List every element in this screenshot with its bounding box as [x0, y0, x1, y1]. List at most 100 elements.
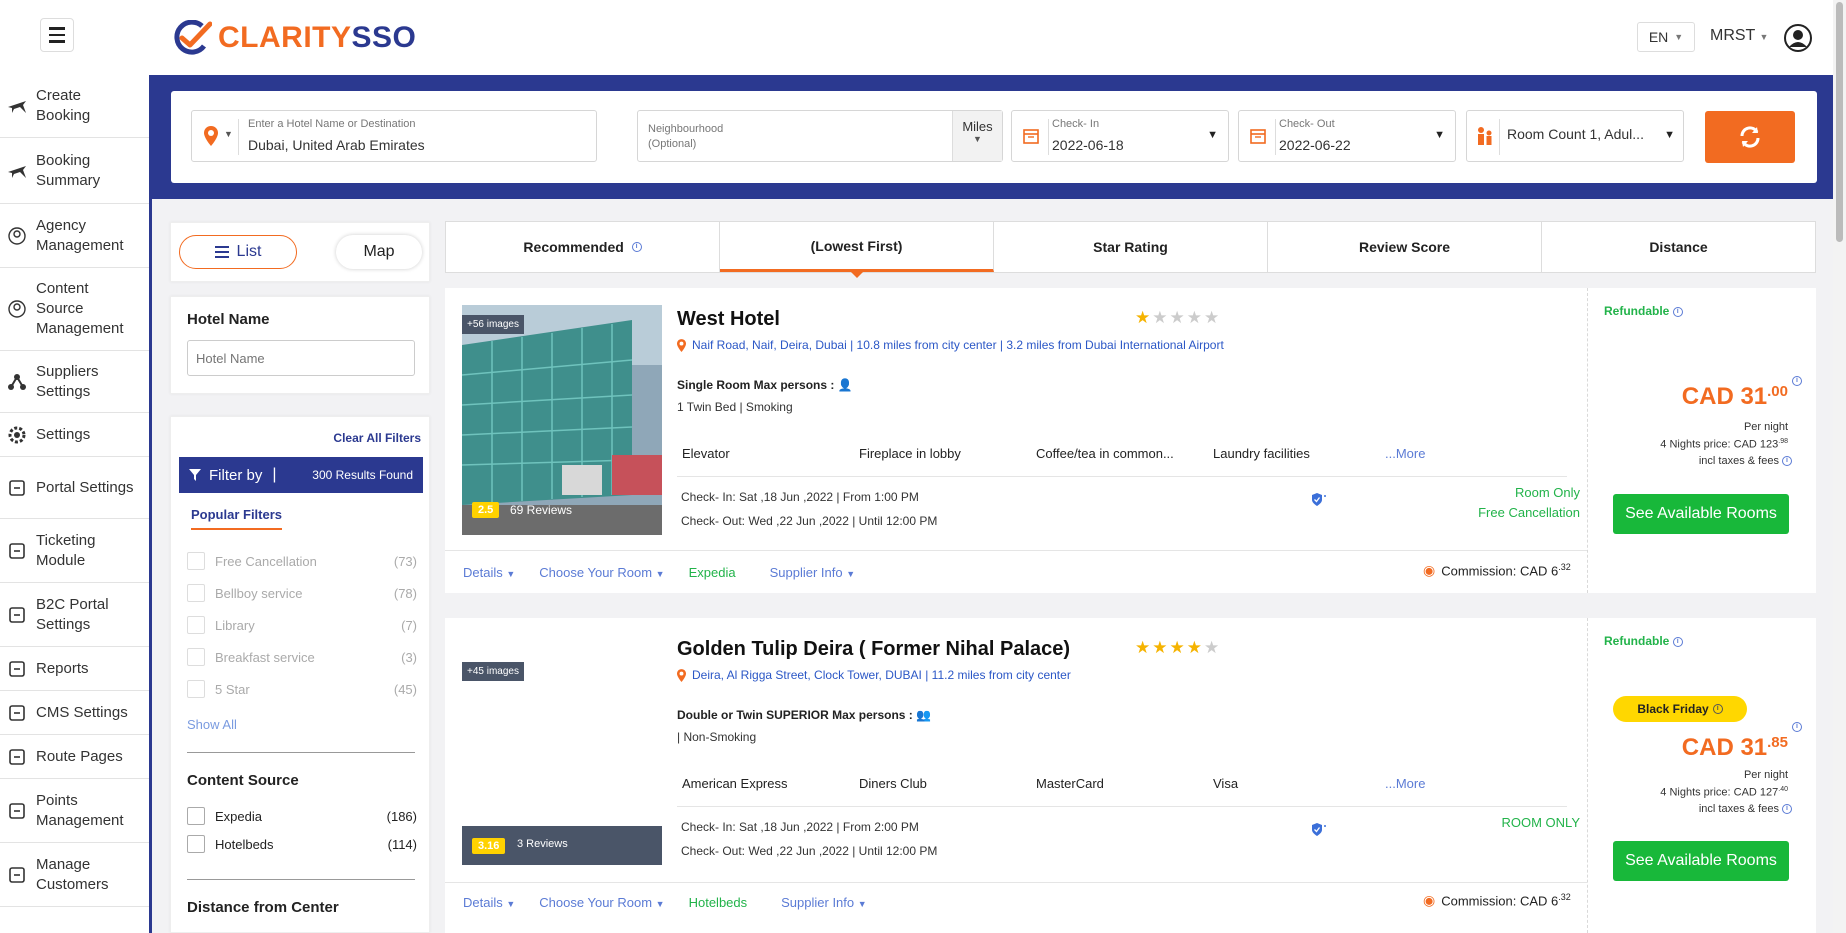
- content-source-option[interactable]: Expedia (186): [187, 807, 417, 825]
- review-count[interactable]: 69 Reviews: [510, 503, 572, 517]
- logo-text: CLARITYSSO: [218, 21, 417, 54]
- filter-option[interactable]: Library (7): [187, 616, 417, 634]
- choose-room-dropdown[interactable]: Choose Your Room ▼: [539, 565, 664, 580]
- sidebar-item[interactable]: Create Booking: [0, 75, 149, 138]
- see-available-rooms-button[interactable]: See Available Rooms: [1613, 841, 1789, 881]
- info-icon: i: [631, 242, 642, 252]
- agency-icon: [8, 226, 26, 245]
- filter-option[interactable]: Bellboy service (78): [187, 584, 417, 602]
- menu-toggle-button[interactable]: [40, 18, 74, 52]
- checkout-info: Check- Out: Wed ,22 Jun ,2022 | Until 12…: [681, 514, 938, 528]
- neighbourhood-field[interactable]: Neighbourhood (Optional) Miles ▼: [637, 110, 1003, 162]
- content-source-label: Expedia: [215, 808, 262, 824]
- sidebar-item[interactable]: Manage Customers: [0, 843, 149, 907]
- refundable-label: Refundable i: [1604, 634, 1683, 648]
- search-button[interactable]: [1705, 111, 1795, 163]
- customers-icon: [9, 866, 25, 883]
- map-view-button[interactable]: Map: [336, 235, 422, 269]
- guests-icon: [1478, 127, 1492, 145]
- checkbox[interactable]: [187, 835, 205, 853]
- tab-distance[interactable]: Distance: [1542, 222, 1815, 272]
- sidebar-item[interactable]: Suppliers Settings: [0, 351, 149, 413]
- image-count-badge[interactable]: +45 images: [462, 662, 524, 681]
- more-amenities-link[interactable]: ...More: [1385, 776, 1425, 791]
- sidebar-item[interactable]: Ticketing Module: [0, 519, 149, 583]
- hotel-name[interactable]: West Hotel: [677, 308, 780, 331]
- checkout-label: Check- Out: [1279, 118, 1335, 130]
- sidebar-item[interactable]: Settings: [0, 413, 149, 457]
- see-available-rooms-button[interactable]: See Available Rooms: [1613, 494, 1789, 534]
- hotel-name-input[interactable]: [187, 340, 415, 376]
- tab-review-score[interactable]: Review Score: [1268, 222, 1542, 272]
- filter-option[interactable]: 5 Star (45): [187, 680, 417, 698]
- avatar-icon[interactable]: [1784, 24, 1812, 52]
- chevron-down-icon: ▼: [857, 899, 867, 909]
- coins-icon: ◉: [1423, 562, 1436, 578]
- units-value: Miles: [962, 119, 993, 134]
- hotel-image[interactable]: +45 images 3.16 3 Reviews: [462, 635, 662, 865]
- portal-icon: [9, 479, 25, 496]
- details-dropdown[interactable]: Details ▼: [463, 565, 515, 580]
- brand-logo[interactable]: CLARITYSSO: [172, 20, 416, 56]
- content-source-option[interactable]: Hotelbeds (114): [187, 835, 417, 853]
- tab-star-rating[interactable]: Star Rating: [994, 222, 1268, 272]
- checkbox[interactable]: [187, 648, 205, 666]
- checkin-value: 2022-06-18: [1052, 137, 1124, 153]
- checkbox[interactable]: [187, 616, 205, 634]
- sidebar-item-label: CMS Settings: [36, 703, 128, 721]
- destination-value[interactable]: Dubai, United Arab Emirates: [248, 137, 425, 153]
- clear-all-filters-link[interactable]: Clear All Filters: [333, 431, 421, 445]
- checkbox[interactable]: [187, 680, 205, 698]
- sidebar-item[interactable]: Content Source Management: [0, 268, 149, 351]
- sidebar-item[interactable]: Route Pages: [0, 735, 149, 779]
- sidebar-item[interactable]: CMS Settings: [0, 691, 149, 735]
- sidebar-item[interactable]: Portal Settings: [0, 457, 149, 519]
- units-select[interactable]: Miles ▼: [952, 111, 1002, 161]
- hotel-address[interactable]: Naif Road, Naif, Deira, Dubai | 10.8 mil…: [677, 338, 1224, 352]
- filter-option[interactable]: Breakfast service (3): [187, 648, 417, 666]
- sidebar-item[interactable]: Points Management: [0, 779, 149, 843]
- sidebar-item[interactable]: B2C Portal Settings: [0, 583, 149, 647]
- rooms-field[interactable]: Room Count 1, Adul... ▼: [1466, 110, 1684, 162]
- more-amenities-link[interactable]: ...More: [1385, 446, 1425, 461]
- tab-lowest-first[interactable]: (Lowest First): [720, 222, 994, 278]
- sidebar-item[interactable]: Reports: [0, 647, 149, 691]
- tab-recommended[interactable]: Recommended i: [446, 222, 720, 272]
- checkbox[interactable]: [187, 807, 205, 825]
- filter-option-label: Free Cancellation: [215, 553, 317, 569]
- hotel-name[interactable]: Golden Tulip Deira ( Former Nihal Palace…: [677, 638, 1070, 661]
- supplier-info-dropdown[interactable]: Supplier Info ▼: [781, 895, 867, 910]
- review-count[interactable]: 3 Reviews: [517, 838, 568, 850]
- hotel-address[interactable]: Deira, Al Rigga Street, Clock Tower, DUB…: [677, 668, 1071, 682]
- b2c-icon: [9, 606, 25, 623]
- checkout-field[interactable]: Check- Out 2022-06-22 ▼: [1238, 110, 1456, 162]
- user-menu[interactable]: MRST ▼: [1710, 27, 1768, 45]
- plane-landing-icon: [8, 165, 26, 178]
- popular-filters-tab[interactable]: Popular Filters: [191, 507, 283, 530]
- page-scrollbar[interactable]: [1833, 0, 1846, 933]
- checkbox[interactable]: [187, 552, 205, 570]
- supplier-info-dropdown[interactable]: Supplier Info ▼: [770, 565, 856, 580]
- amenity: American Express: [682, 776, 788, 791]
- details-dropdown[interactable]: Details ▼: [463, 895, 515, 910]
- show-all-link[interactable]: Show All: [187, 717, 237, 732]
- hotel-image[interactable]: +56 images 2.5 69 Reviews: [461, 305, 662, 535]
- image-count-badge[interactable]: +56 images: [462, 315, 524, 334]
- sidebar-item[interactable]: Agency Management: [0, 204, 149, 268]
- destination-field[interactable]: ▼ Enter a Hotel Name or Destination Duba…: [191, 110, 597, 162]
- reports-icon: [9, 660, 25, 677]
- total-price: 4 Nights price: CAD 123.98: [1660, 438, 1788, 451]
- checkin-field[interactable]: Check- In 2022-06-18 ▼: [1011, 110, 1229, 162]
- price: CAD 31.00: [1681, 383, 1788, 410]
- taxes-note: incl taxes & fees i: [1699, 455, 1792, 467]
- list-view-button[interactable]: List: [179, 235, 297, 269]
- language-select[interactable]: EN ▼: [1637, 22, 1695, 52]
- choose-room-dropdown[interactable]: Choose Your Room ▼: [539, 895, 664, 910]
- filter-option[interactable]: Free Cancellation (73): [187, 552, 417, 570]
- checkbox[interactable]: [187, 584, 205, 602]
- info-icon: i: [1792, 722, 1802, 732]
- sidebar-item-label: B2C Portal Settings: [36, 595, 109, 633]
- shield-icon: [1312, 493, 1326, 506]
- content-source-title: Content Source: [187, 772, 299, 789]
- sidebar-item[interactable]: Booking Summary: [0, 138, 149, 204]
